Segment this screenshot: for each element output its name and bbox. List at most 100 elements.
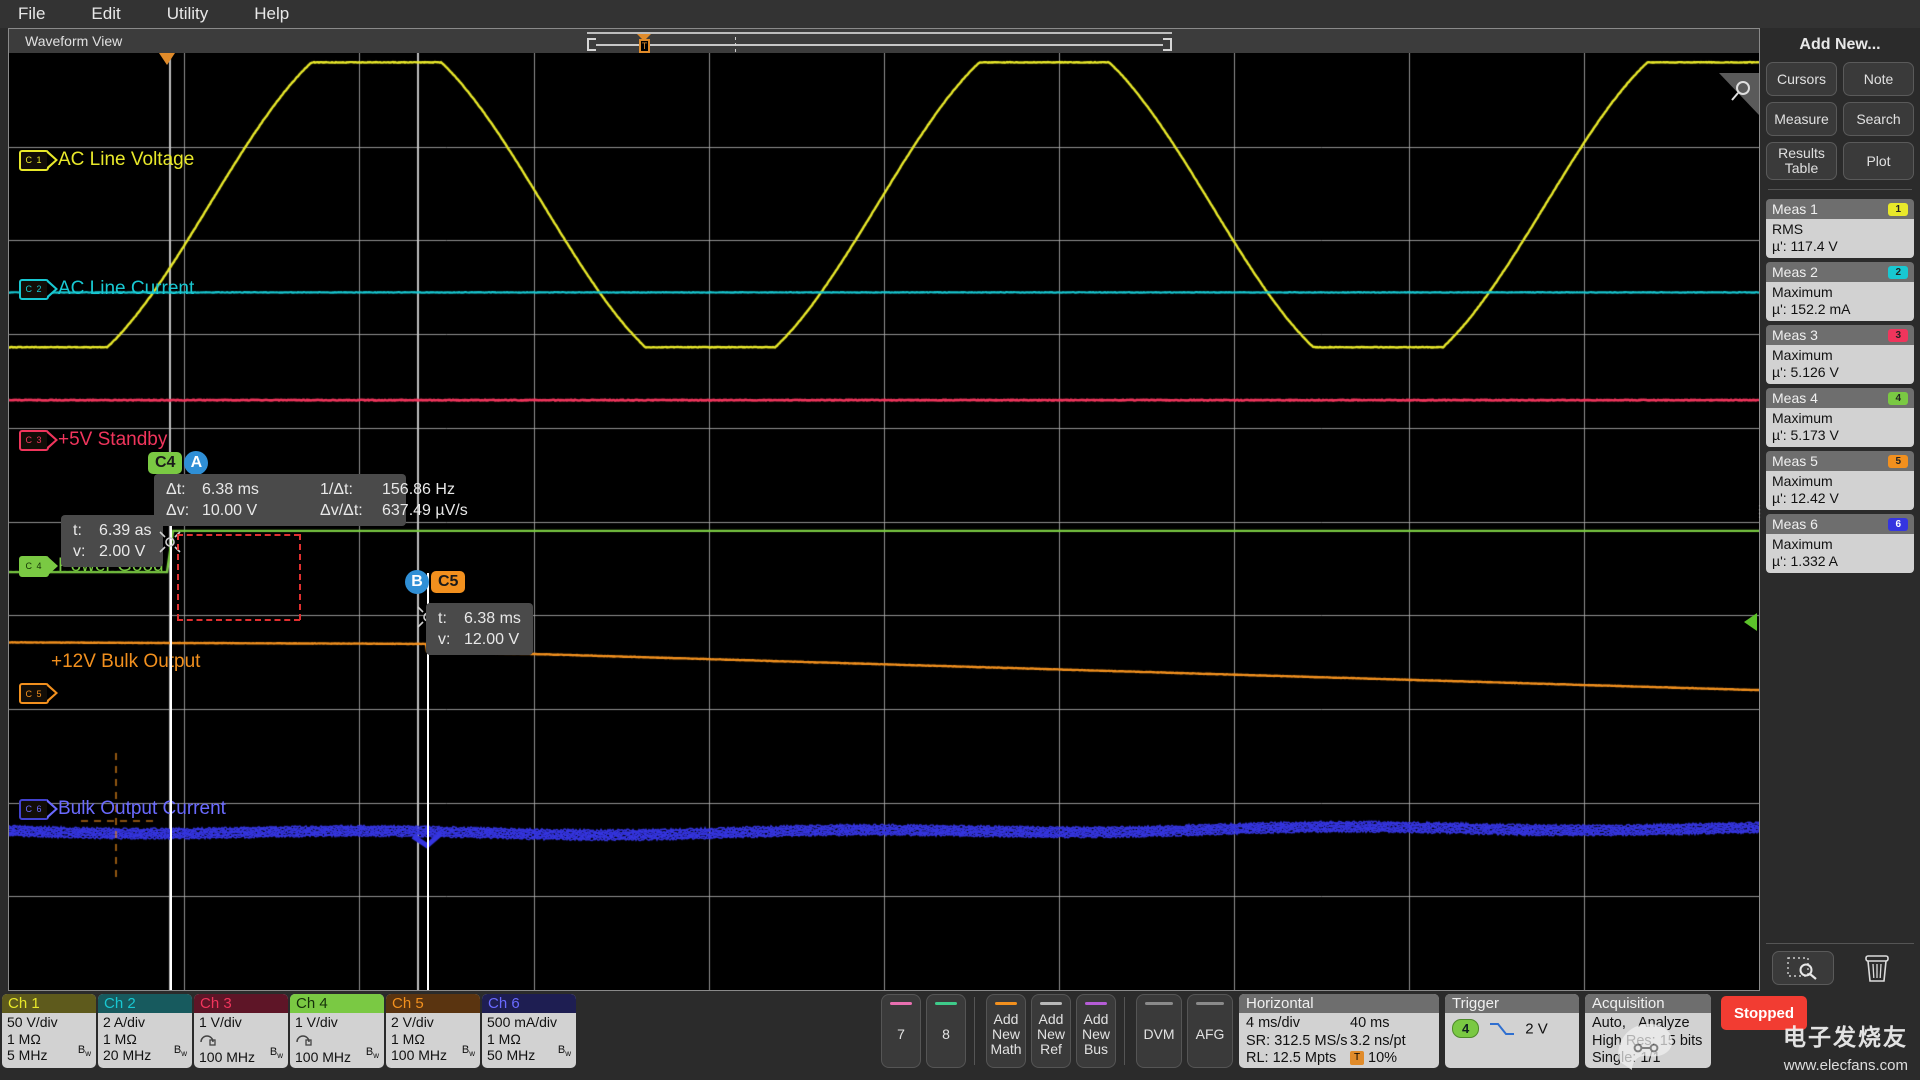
channel-card-header: Ch 2 <box>98 994 192 1013</box>
sidebar-divider <box>1768 189 1912 190</box>
cursor-a-handle[interactable]: C4 A <box>148 451 208 475</box>
trigger-level: 2 V <box>1525 1020 1548 1037</box>
channel-tag-c4[interactable]: C 4 <box>19 556 49 577</box>
measurement-badge[interactable]: Meas 6 6 Maximum µ': 1.332 A <box>1766 514 1914 573</box>
measurement-badge[interactable]: Meas 4 4 Maximum µ': 5.173 V <box>1766 388 1914 447</box>
add-new-math-button[interactable]: Add New Math <box>986 994 1026 1068</box>
meas-header: Meas 2 2 <box>1766 262 1914 282</box>
meas-type: Maximum <box>1772 347 1908 364</box>
cursor-a-t-value: 6.39 as <box>99 520 151 541</box>
channel-tag-c5[interactable]: C 5 <box>19 683 49 704</box>
dvm-button[interactable]: DVM <box>1136 994 1182 1068</box>
measurement-badge[interactable]: Meas 1 1 RMS µ': 117.4 V <box>1766 199 1914 258</box>
bottom-bar-divider-2 <box>1124 997 1125 1065</box>
sidebar-resize-grip[interactable]: ⋮ ⋮ <box>1754 508 1765 516</box>
overview-bracket-left[interactable] <box>587 38 596 51</box>
horizontal-span: 40 ms <box>1350 1015 1428 1033</box>
meas-value: µ': 1.332 A <box>1772 553 1908 570</box>
channel-badge-c5[interactable]: C 5 <box>19 683 49 704</box>
cursor-b-point-readout: t: 6.38 ms v: 12.00 V <box>426 603 533 655</box>
trigger-panel[interactable]: Trigger 4 2 V <box>1445 994 1579 1068</box>
bottom-bar-divider-1 <box>974 997 975 1065</box>
meas-body: Maximum µ': 5.126 V <box>1766 345 1914 384</box>
channel-button-8[interactable]: 8 <box>926 994 966 1068</box>
waveform-view-window: Waveform View T C 1 AC Line Voltage C 2 … <box>8 28 1760 991</box>
zoom-area-button[interactable] <box>1772 951 1834 985</box>
trigger-body: 4 2 V <box>1445 1013 1579 1041</box>
channel-tag-label-c1: C 1 <box>25 155 42 165</box>
channel-vdiv: 2 V/div <box>391 1014 475 1031</box>
meas-title: Meas 3 <box>1772 327 1818 343</box>
cursor-b-marker[interactable]: B <box>405 570 429 594</box>
channel-badge-c2[interactable]: C 2 AC Line Current <box>19 278 194 300</box>
channel-vdiv: 50 V/div <box>7 1014 91 1031</box>
menu-item-help[interactable]: Help <box>254 0 289 28</box>
meas-source-badge: 1 <box>1888 203 1908 216</box>
trigger-level-arrow-icon[interactable] <box>1744 613 1757 631</box>
add-plot-button[interactable]: Plot <box>1843 142 1914 180</box>
horizontal-panel[interactable]: Horizontal 4 ms/div 40 ms SR: 312.5 MS/s… <box>1239 994 1439 1068</box>
channel-card-ch6[interactable]: Ch 6 500 mA/div 1 MΩ 50 MHz Bw <box>482 994 576 1068</box>
acquisition-panel[interactable]: Acquisition Auto, Analyze High Res: 15 b… <box>1585 994 1711 1068</box>
cursor-b-v-key: v: <box>438 629 464 650</box>
add-math-line2: New <box>992 1027 1020 1042</box>
channel-badge-c3[interactable]: C 3 +5V Standby <box>19 429 167 451</box>
meas-title: Meas 1 <box>1772 201 1818 217</box>
measurement-badge[interactable]: Meas 3 3 Maximum µ': 5.126 V <box>1766 325 1914 384</box>
channel-card-body: 500 mA/div 1 MΩ 50 MHz Bw <box>482 1013 576 1064</box>
trigger-source-badge[interactable]: 4 <box>1452 1019 1479 1038</box>
cursor-b-source-pill[interactable]: C5 <box>431 571 465 593</box>
menu-item-edit[interactable]: Edit <box>91 0 120 28</box>
afg-label: AFG <box>1196 1027 1225 1042</box>
cursor-a-marker[interactable]: A <box>184 451 208 475</box>
overview-trigger-marker[interactable]: T <box>637 34 652 54</box>
channel-card-ch1[interactable]: Ch 1 50 V/div 1 MΩ 5 MHz Bw <box>2 994 96 1068</box>
channel-card-ch3[interactable]: Ch 3 1 V/div 100 MHz Bw <box>194 994 288 1068</box>
measurement-badge[interactable]: Meas 5 5 Maximum µ': 12.42 V <box>1766 451 1914 510</box>
channel-tag-label-c4: C 4 <box>25 561 42 571</box>
channel-card-body: 2 V/div 1 MΩ 100 MHz Bw <box>386 1013 480 1064</box>
trigger-position-arrow-icon[interactable] <box>159 53 175 65</box>
add-results-table-button[interactable]: Results Table <box>1766 142 1837 180</box>
add-bus-line3: Bus <box>1084 1042 1108 1057</box>
sidebar-title: Add New... <box>1766 36 1914 54</box>
add-cursors-button[interactable]: Cursors <box>1766 62 1837 96</box>
acq-analyze: Analyze <box>1638 1015 1690 1033</box>
menu-item-utility[interactable]: Utility <box>167 0 209 28</box>
cursor-b-handle[interactable]: B C5 <box>405 570 465 594</box>
channel-tag-c1[interactable]: C 1 <box>19 150 49 171</box>
channel-tag-c3[interactable]: C 3 <box>19 430 49 451</box>
record-overview-bar[interactable]: T <box>587 32 1172 51</box>
acquisition-title: Acquisition <box>1585 994 1711 1013</box>
graticule[interactable]: C 1 AC Line Voltage C 2 AC Line Current … <box>9 53 1759 990</box>
zoom-corner-button[interactable] <box>1719 73 1759 115</box>
add-new-ref-button[interactable]: Add New Ref <box>1031 994 1071 1068</box>
channel-tag-c6[interactable]: C 6 <box>19 799 49 820</box>
channel-card-ch5[interactable]: Ch 5 2 V/div 1 MΩ 100 MHz Bw <box>386 994 480 1068</box>
channel-label-c1: AC Line Voltage <box>58 149 194 171</box>
channel-card-header: Ch 6 <box>482 994 576 1013</box>
channel-button-7[interactable]: 7 <box>881 994 921 1068</box>
add-new-button-grid: Cursors Note Measure Search Results Tabl… <box>1766 62 1914 180</box>
measurement-badge[interactable]: Meas 2 2 Maximum µ': 152.2 mA <box>1766 262 1914 321</box>
channel-badge-c6[interactable]: C 6 Bulk Output Current <box>19 798 226 820</box>
afg-button[interactable]: AFG <box>1187 994 1233 1068</box>
overview-bracket-right[interactable] <box>1163 38 1172 51</box>
inv-delta-t-key: 1/Δt: <box>320 479 382 500</box>
add-new-bus-button[interactable]: Add New Bus <box>1076 994 1116 1068</box>
meas-header: Meas 3 3 <box>1766 325 1914 345</box>
cursor-a-source-pill[interactable]: C4 <box>148 452 182 474</box>
add-note-button[interactable]: Note <box>1843 62 1914 96</box>
channel-badge-c1[interactable]: C 1 AC Line Voltage <box>19 149 194 171</box>
delete-button[interactable] <box>1846 951 1908 985</box>
add-search-button[interactable]: Search <box>1843 102 1914 136</box>
menu-item-file[interactable]: File <box>18 0 45 28</box>
channel-tag-c2[interactable]: C 2 <box>19 279 49 300</box>
channel-label-c3: +5V Standby <box>58 429 167 451</box>
add-math-line3: Math <box>990 1042 1021 1057</box>
add-measure-button[interactable]: Measure <box>1766 102 1837 136</box>
channel-card-ch4[interactable]: Ch 4 1 V/div 100 MHz Bw <box>290 994 384 1068</box>
run-stop-button[interactable]: Stopped <box>1721 996 1807 1030</box>
channel-label-c5: +12V Bulk Output <box>51 651 200 673</box>
channel-card-ch2[interactable]: Ch 2 2 A/div 1 MΩ 20 MHz Bw <box>98 994 192 1068</box>
